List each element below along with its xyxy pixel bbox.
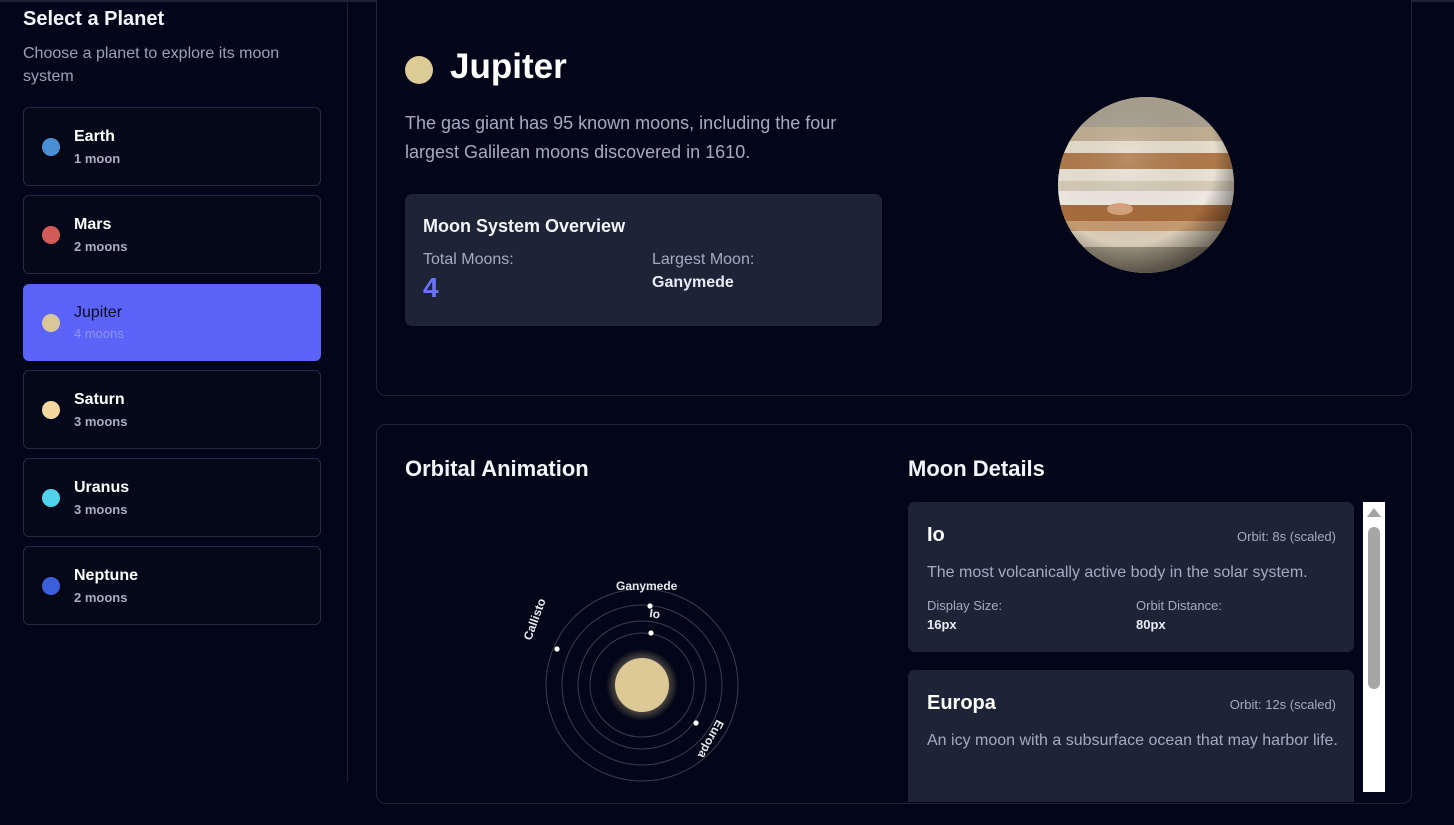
moon-card-europa: Europa Orbit: 12s (scaled) An icy moon w… xyxy=(908,670,1354,802)
mars-dot-icon xyxy=(42,226,60,244)
scrollbar-thumb[interactable] xyxy=(1368,527,1380,689)
planet-moon-count: 3 moons xyxy=(74,414,128,429)
moon-label-io: Io xyxy=(649,606,662,621)
moon-label-europa: Europa xyxy=(695,718,727,761)
planet-moon-count: 1 moon xyxy=(74,151,121,166)
planet-name: Uranus xyxy=(74,479,130,496)
moon-callisto[interactable] xyxy=(554,646,560,652)
moon-name: Europa xyxy=(927,692,996,714)
moon-label-ganymede: Ganymede xyxy=(616,579,678,593)
overview-title: Moon System Overview xyxy=(423,216,626,236)
moon-io[interactable] xyxy=(648,630,654,636)
planet-item-jupiter[interactable]: Jupiter 4 moons xyxy=(23,284,321,361)
planet-description: The gas giant has 95 known moons, includ… xyxy=(405,113,837,162)
moon-system-overview-card: Moon System Overview Total Moons: 4 Larg… xyxy=(405,194,882,326)
moons-panel: Orbital Animation Moon Details Ganymede … xyxy=(376,424,1412,804)
moon-label-callisto: Callisto xyxy=(521,597,549,643)
total-moons-value: 4 xyxy=(423,272,439,303)
scroll-up-arrow-icon[interactable] xyxy=(1367,508,1381,517)
planet-item-uranus[interactable]: Uranus 3 moons xyxy=(23,458,321,537)
planet-moon-count: 2 moons xyxy=(74,239,128,254)
moon-description: The most volcanically active body in the… xyxy=(927,564,1308,581)
orbit-distance-value: 80px xyxy=(1136,617,1166,632)
total-moons-label: Total Moons: xyxy=(423,251,514,268)
planet-name: Jupiter xyxy=(74,304,123,321)
sidebar-subtitle: Choose a planet to explore its moon syst… xyxy=(23,45,280,85)
planet-name: Earth xyxy=(74,128,115,145)
planet-item-neptune[interactable]: Neptune 2 moons xyxy=(23,546,321,625)
planet-item-mars[interactable]: Mars 2 moons xyxy=(23,195,321,274)
uranus-dot-icon xyxy=(42,489,60,507)
planet-name: Saturn xyxy=(74,391,125,408)
moon-name: Io xyxy=(927,524,945,546)
jupiter-dot-icon xyxy=(42,314,60,332)
planet-info-panel: Jupiter The gas giant has 95 known moons… xyxy=(376,0,1412,396)
planet-moon-count: 3 moons xyxy=(74,502,128,517)
moon-details-list[interactable]: Io Orbit: 8s (scaled) The most volcanica… xyxy=(908,502,1355,802)
planet-name: Mars xyxy=(74,216,112,233)
earth-dot-icon xyxy=(42,138,60,156)
display-size-label: Display Size: xyxy=(927,598,1003,613)
largest-moon-label: Largest Moon: xyxy=(652,251,755,268)
planet-item-saturn[interactable]: Saturn 3 moons xyxy=(23,370,321,449)
planet-moon-count: 2 moons xyxy=(74,590,128,605)
neptune-dot-icon xyxy=(42,577,60,595)
moon-europa[interactable] xyxy=(693,720,699,726)
moon-orbit-period: Orbit: 8s (scaled) xyxy=(1237,529,1336,544)
central-planet xyxy=(615,658,669,712)
sidebar-title: Select a Planet xyxy=(23,8,165,30)
largest-moon-value: Ganymede xyxy=(652,274,734,291)
saturn-dot-icon xyxy=(42,401,60,419)
orbital-animation-view: Ganymede Io Callisto Europa xyxy=(521,579,739,782)
moon-orbit-period: Orbit: 12s (scaled) xyxy=(1229,697,1336,712)
planet-color-dot-icon xyxy=(405,56,433,84)
moon-list-scrollbar[interactable] xyxy=(1363,502,1385,792)
planet-item-earth[interactable]: Earth 1 moon xyxy=(23,107,321,186)
display-size-value: 16px xyxy=(927,617,957,632)
planet-sidebar: Select a Planet Choose a planet to explo… xyxy=(0,0,348,782)
planet-title: Jupiter xyxy=(450,47,567,86)
orbital-animation-title: Orbital Animation xyxy=(405,456,589,481)
planet-name: Neptune xyxy=(74,567,138,584)
moon-card-io: Io Orbit: 8s (scaled) The most volcanica… xyxy=(908,502,1354,652)
planet-moon-count: 4 moons xyxy=(74,326,124,341)
orbit-distance-label: Orbit Distance: xyxy=(1136,598,1222,613)
moon-description: An icy moon with a subsurface ocean that… xyxy=(927,732,1338,749)
jupiter-globe-image xyxy=(1058,97,1234,273)
moon-details-title: Moon Details xyxy=(908,456,1045,481)
